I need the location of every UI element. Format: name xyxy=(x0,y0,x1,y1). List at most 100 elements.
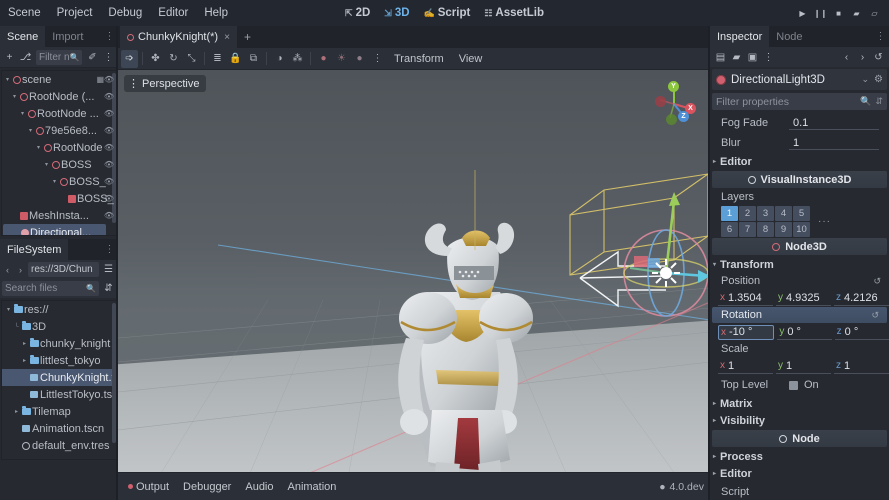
property-top-level[interactable]: Top Level On xyxy=(710,375,889,395)
bottom-tab-animation[interactable]: Animation xyxy=(282,478,343,496)
expand-arrow-icon[interactable]: ▾ xyxy=(27,127,34,134)
nav-forward-icon[interactable]: › xyxy=(15,265,26,275)
add-node-icon[interactable]: + xyxy=(2,49,17,65)
play-scene-button[interactable]: ▰ xyxy=(848,5,865,22)
inspected-object-row[interactable]: DirectionalLight3D ⌄ ⚙ xyxy=(712,69,887,90)
property-fog-fade[interactable]: Fog Fade 0.1 xyxy=(710,113,889,133)
mode-script-button[interactable]: ✍ Script xyxy=(418,4,477,22)
preview-options-button[interactable]: ⋮ xyxy=(369,50,386,68)
scene-tree-row-rootnode-1[interactable]: ▾ RootNode (... 👁 xyxy=(2,88,116,105)
fs-row-chunky-knight[interactable]: ▸ chunky_knight xyxy=(2,335,116,352)
expand-arrow-icon[interactable]: ▾ xyxy=(11,93,18,100)
current-path-label[interactable]: res://3D/Chun xyxy=(28,262,99,277)
layer-cell-5[interactable]: 5 xyxy=(793,206,810,221)
gizmo-axis-y-negative[interactable] xyxy=(666,114,677,125)
gizmo-axis-z[interactable]: Z xyxy=(678,111,689,122)
tab-import[interactable]: Import xyxy=(45,26,90,47)
fs-row-3d[interactable]: └ 3D xyxy=(2,318,116,335)
layers-grid[interactable]: 1 2 3 4 5 6 7 8 9 10 xyxy=(721,206,810,237)
rotation-x-field[interactable]: x -10 ° xyxy=(718,324,775,340)
new-resource-icon[interactable]: ▤ xyxy=(713,49,728,65)
attach-script-icon[interactable]: ✐ xyxy=(85,49,100,65)
visibility-eye-icon[interactable]: 👁 xyxy=(104,211,114,220)
right-dock-splitter[interactable] xyxy=(708,26,710,500)
position-vector-row[interactable]: x 1.3504 y 4.9325 z 4.2126 xyxy=(710,289,889,307)
layer-cell-6[interactable]: 6 xyxy=(721,222,738,237)
property-value[interactable]: 0.1 xyxy=(789,116,879,130)
expand-arrow-icon[interactable]: └ xyxy=(13,324,20,330)
sun-preview-button[interactable]: ☀ xyxy=(333,50,350,68)
visibility-eye-icon[interactable]: 👁 xyxy=(104,75,114,84)
scale-x-field[interactable]: x 1 xyxy=(718,359,773,374)
inspector-dock-menu-icon[interactable]: ⋮ xyxy=(874,26,887,47)
scene-dock-menu-icon[interactable]: ⋮ xyxy=(103,26,116,47)
menu-debug[interactable]: Debug xyxy=(100,4,150,22)
rotate-mode-button[interactable]: ↻ xyxy=(165,50,182,68)
instance-child-scene-icon[interactable]: ⎇ xyxy=(18,49,33,65)
top-level-checkbox[interactable] xyxy=(789,380,798,390)
property-value[interactable]: 1 xyxy=(789,136,879,150)
lock-selection-button[interactable]: 🔒 xyxy=(227,50,244,68)
visibility-eye-icon[interactable]: 👁 xyxy=(104,160,114,169)
layer-cell-4[interactable]: 4 xyxy=(775,206,792,221)
category-matrix[interactable]: ▸ Matrix xyxy=(710,395,889,412)
position-y-field[interactable]: y 4.9325 xyxy=(776,291,831,306)
scene-tree-row-rootnode-3[interactable]: ▾ RootNode 👁 xyxy=(2,139,116,156)
bottom-tab-debugger[interactable]: Debugger xyxy=(177,478,237,496)
expand-arrow-icon[interactable]: ▸ xyxy=(13,408,20,415)
scale-vector-row[interactable]: x 1 y 1 z 1 xyxy=(710,357,889,375)
visibility-eye-icon[interactable]: 👁 xyxy=(104,177,114,186)
play-custom-scene-button[interactable]: ▱ xyxy=(866,5,883,22)
category-transform[interactable]: ▾ Transform xyxy=(710,256,889,273)
bottom-tab-output[interactable]: Output xyxy=(122,478,175,496)
expand-arrow-icon[interactable]: ▾ xyxy=(5,306,12,313)
category-visibility[interactable]: ▸ Visibility xyxy=(710,412,889,429)
menu-help[interactable]: Help xyxy=(196,4,236,22)
fs-row-chunkyknight-scene[interactable]: ChunkyKnight.ts xyxy=(2,369,116,386)
scene-tree-row-hash[interactable]: ▾ 79e56e8... 👁 xyxy=(2,122,116,139)
history-menu-icon[interactable]: ↺ xyxy=(871,49,886,65)
tab-inspector[interactable]: Inspector xyxy=(710,26,770,47)
property-script[interactable]: Script xyxy=(710,482,889,500)
filesystem-search-input[interactable]: Search files 🔍 xyxy=(2,281,99,296)
scene-tab-chunkyknight[interactable]: ChunkyKnight(*) × xyxy=(120,26,237,48)
resource-tools-icon[interactable]: ⋮ xyxy=(761,49,776,65)
layer-cell-8[interactable]: 8 xyxy=(757,222,774,237)
property-filter-input[interactable]: Filter properties 🔍 ⇵ xyxy=(712,93,887,110)
scene-tree-row-scene[interactable]: ▾ scene ▦ 👁 xyxy=(2,71,116,88)
expand-all-icon[interactable]: ⇵ xyxy=(875,96,883,107)
move-mode-button[interactable]: ✤ xyxy=(147,50,164,68)
scene-tree-row-directional-light[interactable]: Directional... xyxy=(3,224,106,235)
nav-back-icon[interactable]: ‹ xyxy=(2,265,13,275)
layer-cell-7[interactable]: 7 xyxy=(739,222,756,237)
toggle-split-mode-icon[interactable]: ☰ xyxy=(101,262,116,278)
layer-cell-9[interactable]: 9 xyxy=(775,222,792,237)
stop-project-button[interactable]: ■ xyxy=(830,5,847,22)
chevron-down-icon[interactable]: ⌄ xyxy=(861,74,869,85)
layer-cell-3[interactable]: 3 xyxy=(757,206,774,221)
use-snap-button[interactable]: ⁂ xyxy=(289,50,306,68)
bottom-tab-audio[interactable]: Audio xyxy=(239,478,279,496)
mode-assetlib-button[interactable]: ☷ AssetLib xyxy=(478,4,550,22)
pause-project-button[interactable]: ❙❙ xyxy=(812,5,829,22)
mode-2d-button[interactable]: ⇱ 2D xyxy=(339,4,376,22)
3d-viewport[interactable]: ⋮ Perspective Y X Z xyxy=(118,70,710,478)
class-header-node3d[interactable]: Node3D xyxy=(712,238,887,255)
category-editor-node[interactable]: ▸ Editor xyxy=(710,465,889,482)
gizmo-axis-x-negative[interactable] xyxy=(655,96,666,107)
reset-rotation-icon[interactable]: ↺ xyxy=(871,307,879,323)
scene-tree-row-boss[interactable]: ▾ BOSS 👁 xyxy=(2,156,116,173)
close-icon[interactable]: × xyxy=(224,32,230,43)
visibility-eye-icon[interactable]: 👁 xyxy=(104,109,114,118)
rotation-z-field[interactable]: z 0 ° xyxy=(834,325,889,340)
visibility-eye-icon[interactable]: 👁 xyxy=(104,126,114,135)
fs-row-animation-scene[interactable]: Animation.tscn xyxy=(2,420,116,437)
mode-3d-button[interactable]: ⇲ 3D xyxy=(378,4,415,22)
expand-arrow-icon[interactable]: ▾ xyxy=(19,110,26,117)
layer-cell-1[interactable]: 1 xyxy=(721,206,738,221)
category-process[interactable]: ▸ Process xyxy=(710,448,889,465)
expand-arrow-icon[interactable]: ▸ xyxy=(21,340,28,347)
filesystem-dock-menu-icon[interactable]: ⋮ xyxy=(103,239,116,260)
position-z-field[interactable]: z 4.2126 xyxy=(834,291,889,306)
history-back-icon[interactable]: ‹ xyxy=(839,49,854,65)
